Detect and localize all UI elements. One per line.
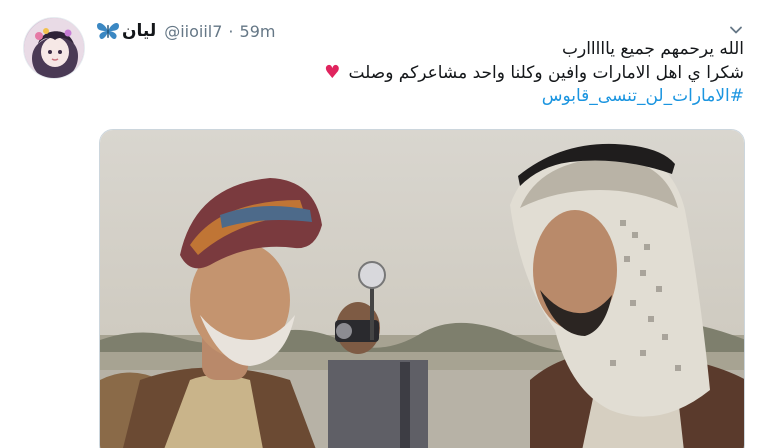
tweet-line-1: الله يرحمهم جميع يااااارب [562,39,744,59]
tweet-line-2: شكرا ي اهل الامارات وافين وكلنا واحد مشا… [104,61,744,85]
avatar[interactable] [23,17,85,79]
hashtag-link[interactable]: #الامارات_لن_تنسى_قابوس [104,85,744,108]
tweet-text: الله يرحمهم جميع يااااارب شكرا ي اهل الا… [104,38,744,108]
avatar-illustration [24,18,84,78]
photo-illustration [100,130,744,448]
tweet: ليان @iioiil7 · 59m الله يرحمهم جميع ياا… [0,0,768,448]
tweet-line-2-text: شكرا ي اهل الامارات وافين وكلنا واحد مشا… [348,63,744,83]
tweet-photo[interactable] [99,129,745,448]
heart-icon: ♥ [324,62,341,83]
chevron-down-icon[interactable] [728,22,744,38]
